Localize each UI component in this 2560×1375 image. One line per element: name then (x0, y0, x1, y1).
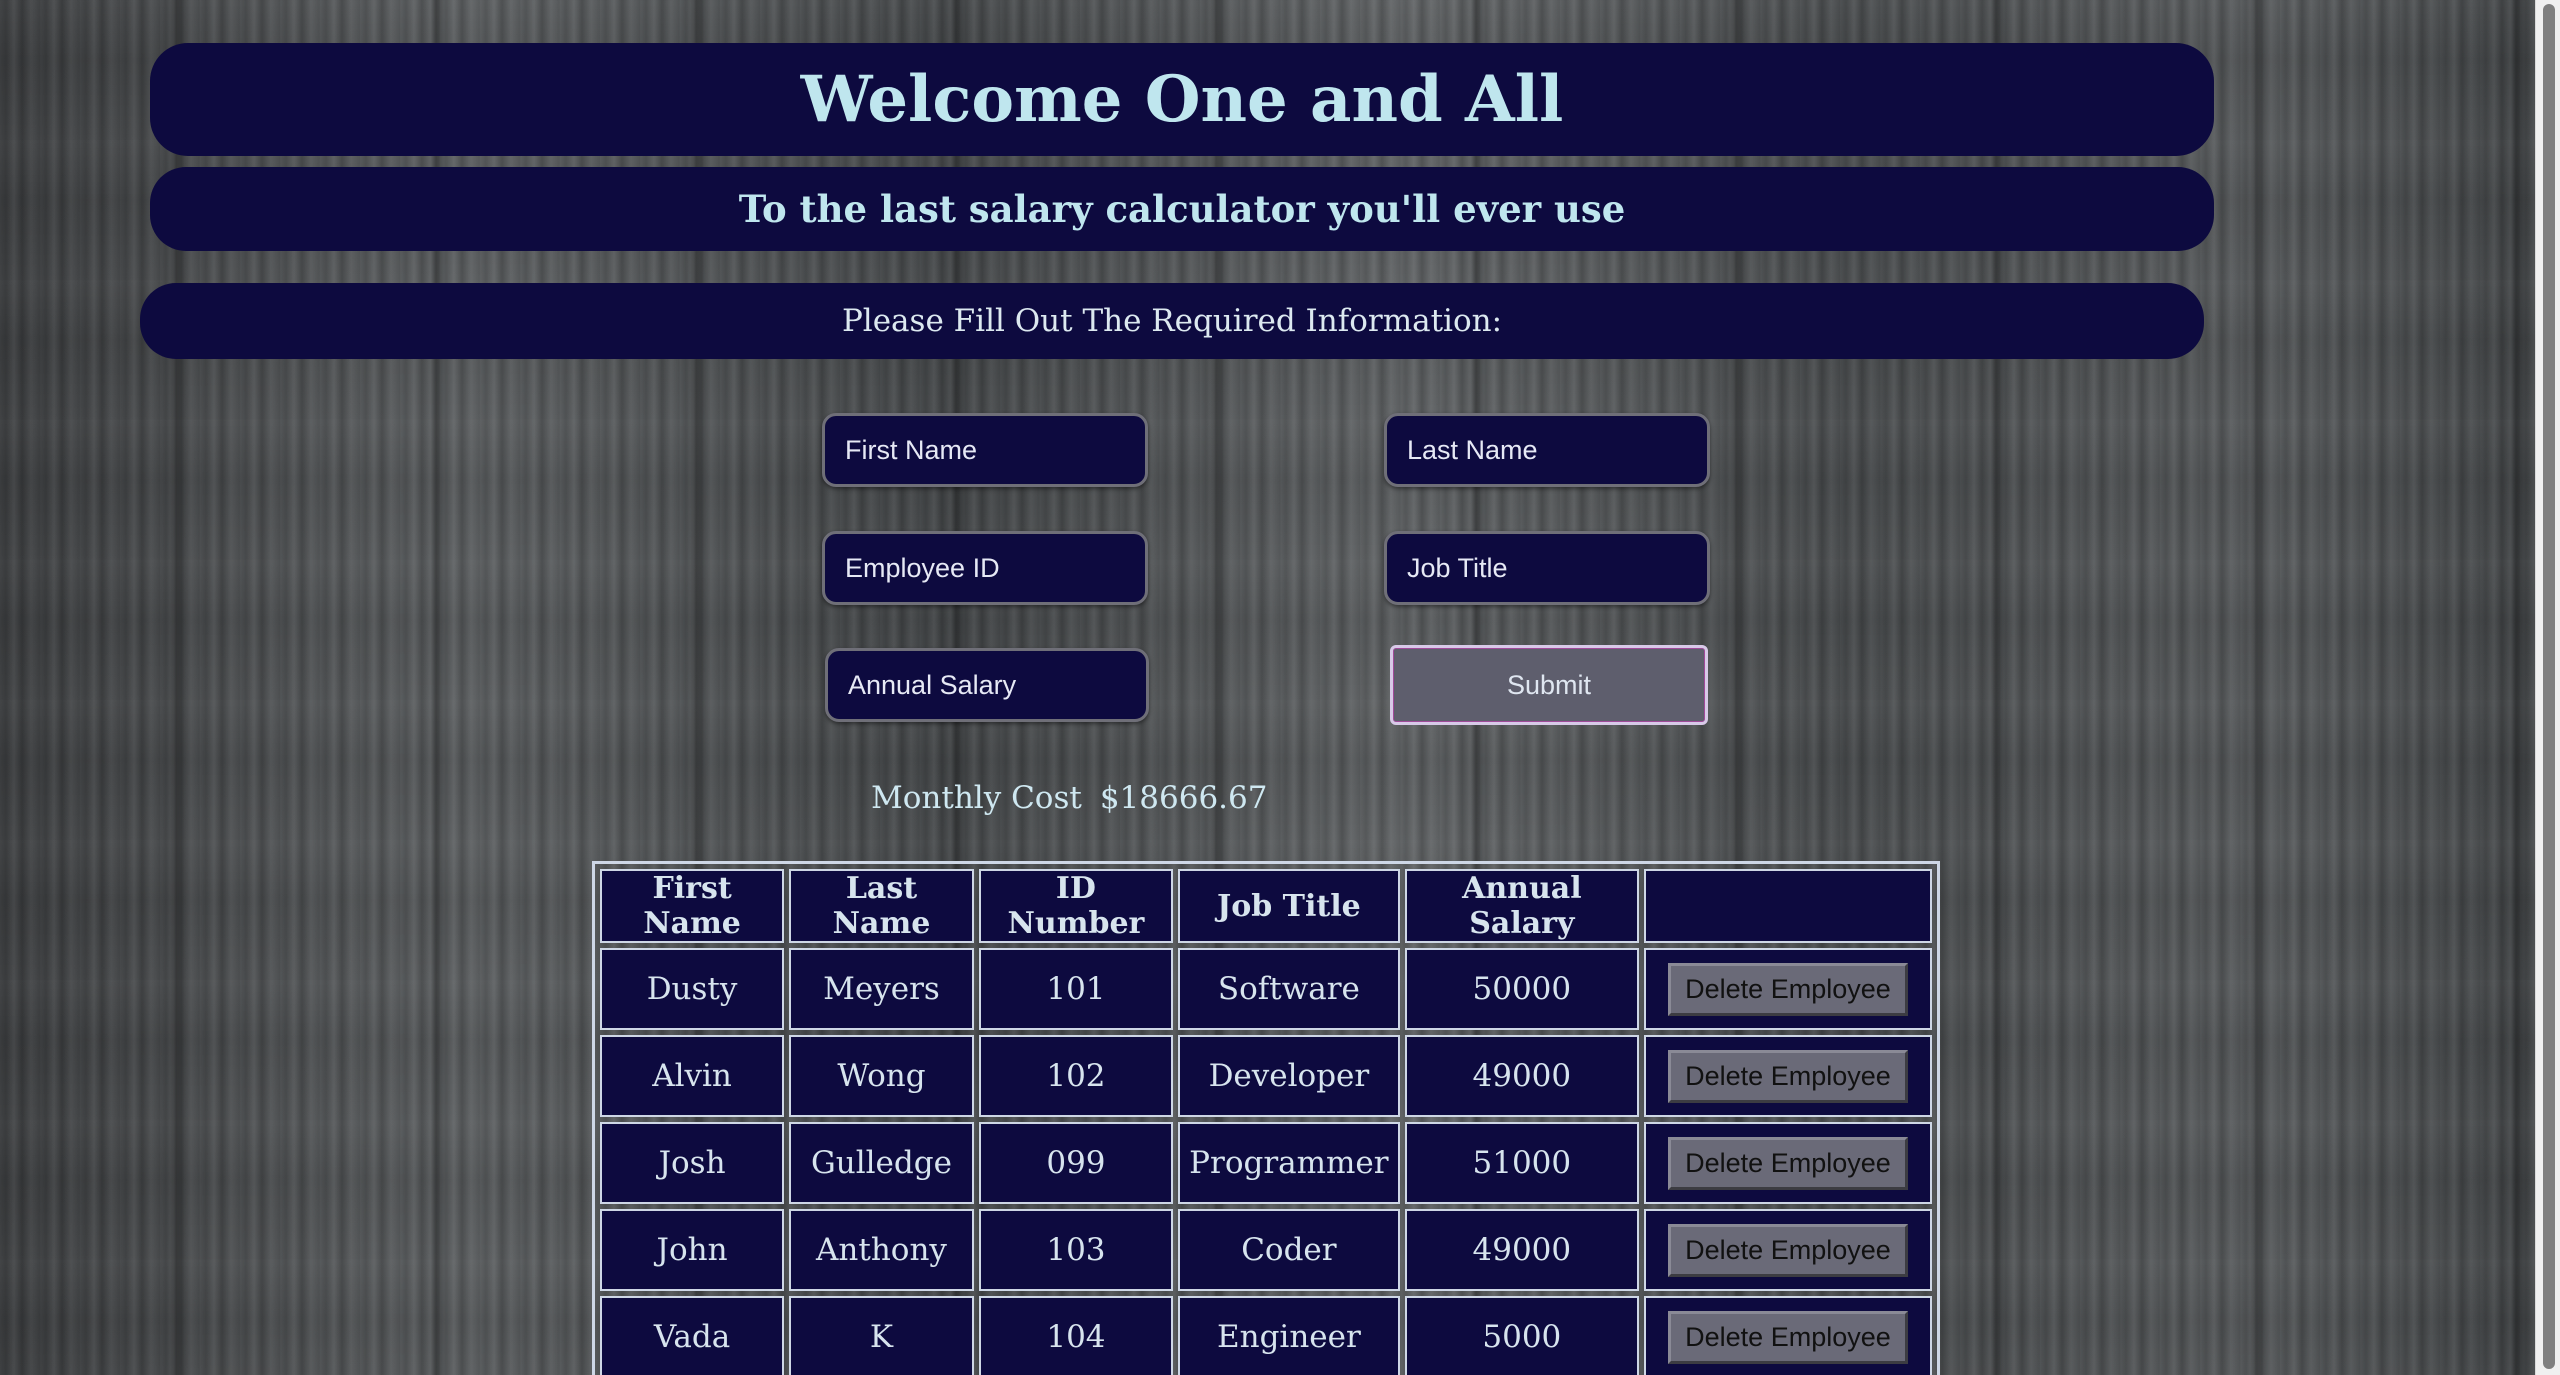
employee-table: First Name Last Name ID Number Job Title… (592, 861, 1940, 1375)
monthly-cost-value: $18666.67 (1099, 780, 1268, 816)
cell-job-title: Engineer (1178, 1296, 1400, 1375)
table-row: Josh Gulledge 099 Programmer 51000 Delet… (600, 1122, 1932, 1204)
delete-employee-button[interactable]: Delete Employee (1668, 1310, 1908, 1364)
first-name-input[interactable] (822, 413, 1148, 487)
page-scrollbar[interactable] (2535, 0, 2560, 1375)
delete-employee-button[interactable]: Delete Employee (1668, 1049, 1908, 1103)
cell-last-name: K (789, 1296, 974, 1375)
header-actions (1643, 869, 1932, 943)
page-subtitle: To the last salary calculator you'll eve… (150, 167, 2214, 251)
employee-id-input[interactable] (822, 531, 1148, 605)
scrollbar-thumb[interactable] (2543, 4, 2555, 1369)
cell-first-name: Josh (600, 1122, 785, 1204)
cell-last-name: Anthony (789, 1209, 974, 1291)
last-name-input[interactable] (1384, 413, 1710, 487)
header-first-name: First Name (600, 869, 785, 943)
table-row: John Anthony 103 Coder 49000 Delete Empl… (600, 1209, 1932, 1291)
header-annual-salary: Annual Salary (1404, 869, 1639, 943)
table-row: Vada K 104 Engineer 5000 Delete Employee (600, 1296, 1932, 1375)
cell-first-name: John (600, 1209, 785, 1291)
cell-job-title: Coder (1178, 1209, 1400, 1291)
cell-first-name: Dusty (600, 948, 785, 1030)
cell-first-name: Vada (600, 1296, 785, 1375)
table-row: Dusty Meyers 101 Software 50000 Delete E… (600, 948, 1932, 1030)
cell-id-number: 099 (978, 1122, 1174, 1204)
page: { "header": { "title": "Welcome One and … (0, 0, 2560, 1375)
submit-button[interactable]: Submit (1390, 645, 1708, 725)
page-title: Welcome One and All (150, 43, 2214, 156)
monthly-cost: Monthly Cost $18666.67 (871, 780, 1267, 816)
annual-salary-input[interactable] (825, 648, 1149, 722)
cell-job-title: Programmer (1178, 1122, 1400, 1204)
table-row: Alvin Wong 102 Developer 49000 Delete Em… (600, 1035, 1932, 1117)
cell-annual-salary: 49000 (1404, 1209, 1639, 1291)
cell-actions: Delete Employee (1643, 1209, 1932, 1291)
cell-annual-salary: 50000 (1404, 948, 1639, 1030)
cell-annual-salary: 5000 (1404, 1296, 1639, 1375)
delete-employee-button[interactable]: Delete Employee (1668, 1136, 1908, 1190)
cell-id-number: 103 (978, 1209, 1174, 1291)
cell-job-title: Developer (1178, 1035, 1400, 1117)
cell-actions: Delete Employee (1643, 1035, 1932, 1117)
header-job-title: Job Title (1178, 869, 1400, 943)
cell-id-number: 104 (978, 1296, 1174, 1375)
monthly-cost-label: Monthly Cost (871, 780, 1082, 816)
delete-employee-button[interactable]: Delete Employee (1668, 962, 1908, 1016)
cell-last-name: Wong (789, 1035, 974, 1117)
header-id-number: ID Number (978, 869, 1174, 943)
cell-actions: Delete Employee (1643, 948, 1932, 1030)
table-header-row: First Name Last Name ID Number Job Title… (600, 869, 1932, 943)
delete-employee-button[interactable]: Delete Employee (1668, 1223, 1908, 1277)
cell-id-number: 102 (978, 1035, 1174, 1117)
cell-annual-salary: 49000 (1404, 1035, 1639, 1117)
cell-last-name: Meyers (789, 948, 974, 1030)
cell-id-number: 101 (978, 948, 1174, 1030)
cell-actions: Delete Employee (1643, 1296, 1932, 1375)
cell-job-title: Software (1178, 948, 1400, 1030)
form-instruction: Please Fill Out The Required Information… (140, 283, 2204, 359)
job-title-input[interactable] (1384, 531, 1710, 605)
cell-annual-salary: 51000 (1404, 1122, 1639, 1204)
cell-actions: Delete Employee (1643, 1122, 1932, 1204)
cell-first-name: Alvin (600, 1035, 785, 1117)
header-last-name: Last Name (789, 869, 974, 943)
cell-last-name: Gulledge (789, 1122, 974, 1204)
